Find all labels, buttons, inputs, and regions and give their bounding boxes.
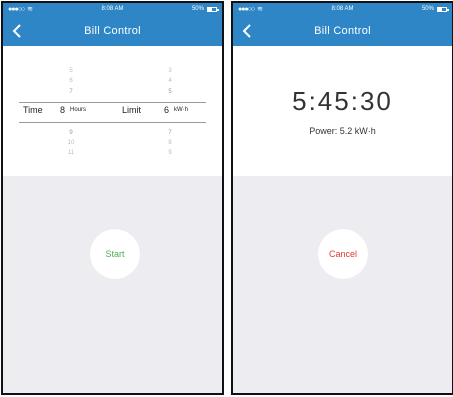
time-option[interactable]: 9 <box>56 130 86 136</box>
battery-percent: 50% <box>191 6 204 12</box>
status-time: 8:08 AM <box>101 6 124 12</box>
timer-panel: 5:45:30 Power: 5.2 kW·h <box>233 46 452 176</box>
phone-left: ●●●○○ ≋ 8:08 AM 50% Bill Control 5 3 6 4… <box>1 1 224 395</box>
limit-unit: kW·h <box>174 107 188 113</box>
selection-line-top <box>19 102 206 103</box>
limit-option[interactable]: 5 <box>155 89 185 95</box>
limit-option[interactable]: 3 <box>155 68 185 74</box>
limit-value[interactable]: 6 <box>164 105 169 115</box>
page-title: Bill Control <box>314 24 371 37</box>
nav-bar: Bill Control <box>3 15 222 46</box>
countdown-timer: 5:45:30 <box>292 86 393 116</box>
page-title: Bill Control <box>84 24 141 37</box>
time-label: Time <box>23 105 43 115</box>
power-readout: Power: 5.2 kW·h <box>309 126 376 136</box>
time-option[interactable]: 10 <box>56 140 86 146</box>
status-bar: ●●●○○ ≋ 8:08 AM 50% <box>3 3 222 15</box>
limit-option[interactable]: 4 <box>155 78 185 84</box>
time-unit: Hours <box>70 107 87 113</box>
battery-icon <box>436 6 449 12</box>
status-time: 8:08 AM <box>331 6 354 12</box>
battery-percent: 50% <box>421 6 434 12</box>
back-icon <box>242 23 251 38</box>
selected-row: Time 8 Hours Limit 6 kW·h <box>23 105 212 117</box>
limit-label: Limit <box>122 105 142 115</box>
signal-icon: ●●●○○ <box>238 5 255 13</box>
cancel-button[interactable]: Cancel <box>318 229 368 279</box>
signal-icon: ●●●○○ <box>8 5 25 13</box>
start-button[interactable]: Start <box>90 229 140 279</box>
time-option[interactable]: 5 <box>56 68 86 74</box>
battery-icon <box>206 6 219 12</box>
wifi-icon: ≋ <box>27 6 34 13</box>
time-value[interactable]: 8 <box>60 105 65 115</box>
limit-option[interactable]: 8 <box>155 140 185 146</box>
time-option[interactable]: 11 <box>56 150 86 156</box>
selection-line-bottom <box>19 122 206 123</box>
wifi-icon: ≋ <box>257 6 264 13</box>
limit-option[interactable]: 7 <box>155 130 185 136</box>
nav-bar: Bill Control <box>233 15 452 46</box>
phone-right: ●●●○○ ≋ 8:08 AM 50% Bill Control 5:45:30… <box>231 1 453 395</box>
time-option[interactable]: 6 <box>56 78 86 84</box>
back-button[interactable] <box>7 15 27 46</box>
back-icon <box>12 23 21 38</box>
back-button[interactable] <box>237 15 257 46</box>
limit-option[interactable]: 9 <box>155 150 185 156</box>
picker-panel[interactable]: 5 3 6 4 7 5 Time 8 Hours Limit 6 kW·h 9 … <box>3 46 222 176</box>
status-bar: ●●●○○ ≋ 8:08 AM 50% <box>233 3 452 15</box>
time-option[interactable]: 7 <box>56 89 86 95</box>
